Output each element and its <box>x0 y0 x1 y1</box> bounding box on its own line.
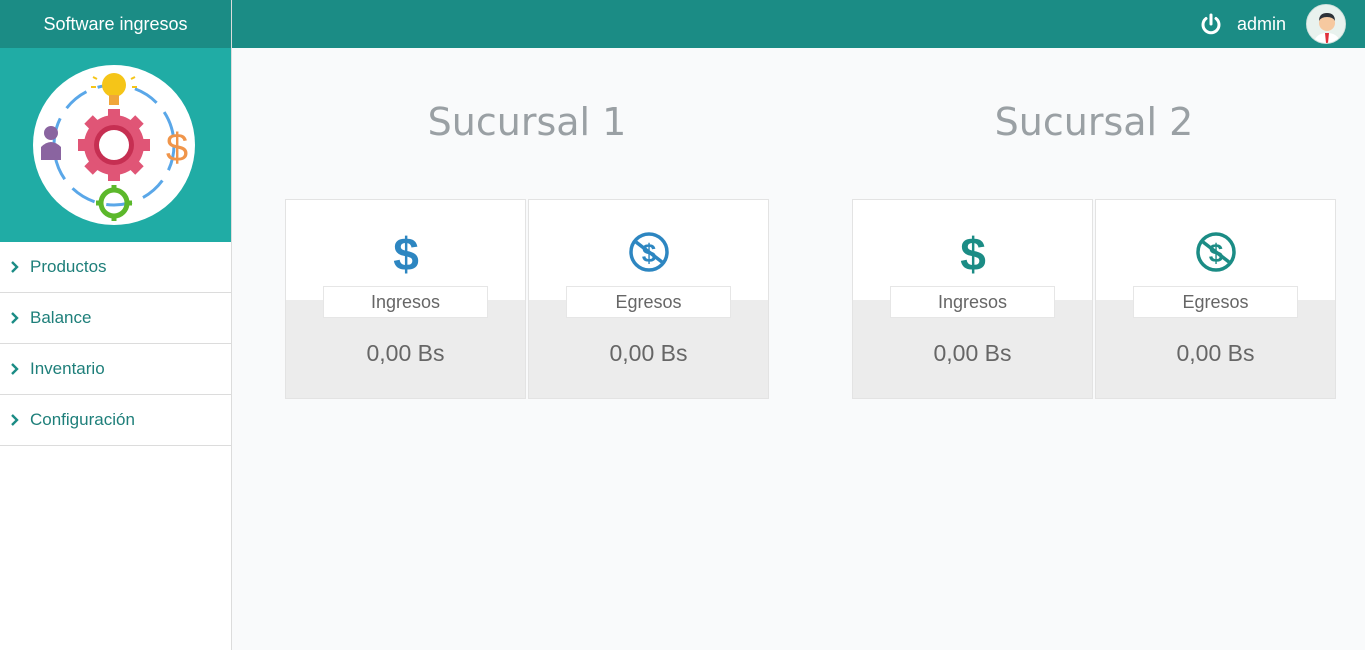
sidebar-item-configuracion[interactable]: Configuración <box>0 395 231 446</box>
branch-title: Sucursal 2 <box>994 100 1194 144</box>
branch-section: Sucursal 1 $ Ingresos 0,00 Bs $ Egresos <box>285 100 769 399</box>
no-dollar-icon: $ <box>1194 230 1238 274</box>
sidebar-item-label: Inventario <box>30 359 105 378</box>
branch-cards: $ Ingresos 0,00 Bs $ Egresos 0,00 Bs <box>852 199 1336 399</box>
card-value: 0,00 Bs <box>933 340 1012 366</box>
top-bar: admin <box>232 0 1365 48</box>
sidebar-item-label: Productos <box>30 257 107 276</box>
card-label: Egresos <box>566 286 731 318</box>
sidebar-item-inventario[interactable]: Inventario <box>0 344 231 395</box>
card-value: 0,00 Bs <box>1176 340 1255 366</box>
chevron-right-icon <box>10 311 24 325</box>
svg-text:$: $ <box>166 126 188 170</box>
power-icon[interactable] <box>1199 12 1223 36</box>
svg-text:$: $ <box>393 230 419 274</box>
egresos-card[interactable]: $ Egresos 0,00 Bs <box>528 199 769 399</box>
card-label: Ingresos <box>323 286 488 318</box>
sidebar-item-label: Configuración <box>30 410 135 429</box>
egresos-card[interactable]: $ Egresos 0,00 Bs <box>1095 199 1336 399</box>
card-value: 0,00 Bs <box>609 340 688 366</box>
branch-section: Sucursal 2 $ Ingresos 0,00 Bs $ Egresos <box>852 100 1336 399</box>
sidebar-nav: Productos Balance Inventario Configuraci… <box>0 242 231 446</box>
chevron-right-icon <box>10 260 24 274</box>
username[interactable]: admin <box>1237 0 1286 48</box>
card-value: 0,00 Bs <box>366 340 445 366</box>
app-title: Software ingresos <box>0 0 231 48</box>
avatar[interactable] <box>1306 4 1346 44</box>
sidebar-item-label: Balance <box>30 308 92 327</box>
logo-panel: $ <box>0 48 231 242</box>
logo: $ <box>33 65 195 225</box>
card-label: Egresos <box>1133 286 1298 318</box>
sidebar-item-productos[interactable]: Productos <box>0 242 231 293</box>
ingresos-card[interactable]: $ Ingresos 0,00 Bs <box>852 199 1093 399</box>
svg-text:$: $ <box>960 230 986 274</box>
sidebar: Software ingresos $ Productos Balance In… <box>0 0 232 650</box>
sidebar-item-balance[interactable]: Balance <box>0 293 231 344</box>
chevron-right-icon <box>10 362 24 376</box>
dollar-icon: $ <box>951 228 995 280</box>
chevron-right-icon <box>10 413 24 427</box>
branch-title: Sucursal 1 <box>427 100 627 144</box>
ingresos-card[interactable]: $ Ingresos 0,00 Bs <box>285 199 526 399</box>
no-dollar-icon: $ <box>627 230 671 274</box>
dollar-icon: $ <box>384 228 428 280</box>
branch-cards: $ Ingresos 0,00 Bs $ Egresos 0,00 Bs <box>285 199 769 399</box>
card-label: Ingresos <box>890 286 1055 318</box>
